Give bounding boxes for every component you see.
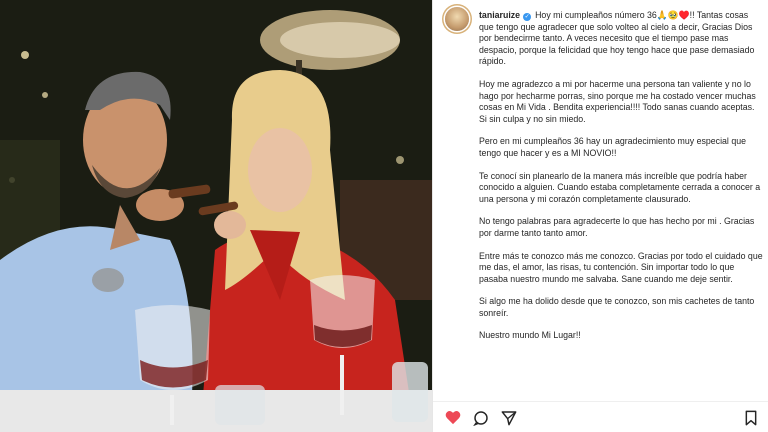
share-icon[interactable] [501,410,517,431]
verified-badge-icon: ✓ [523,13,532,21]
bookmark-icon[interactable] [744,410,758,431]
post-caption: taniaruize ✓ Hoy mi cumpleaños número 36🙏🥹… [479,10,763,398]
avatar[interactable] [445,7,469,31]
caption-paragraph: Te conocí sin planearlo de la manera más… [479,170,761,204]
username-link[interactable]: taniaruize [479,10,520,20]
caption-paragraph: Hoy me agradezco a mi por hacerme una pe… [479,78,756,124]
caption-paragraph: Pero en mi cumpleaños 36 hay un agradeci… [479,136,746,158]
post-photo[interactable] [0,0,432,432]
post-details-panel: taniaruize ✓ Hoy mi cumpleaños número 36🙏🥹… [432,0,768,432]
post-actions-bar [433,401,768,432]
comment-icon[interactable] [473,410,489,431]
caption-paragraph: Entre más te conozco más me conozco. Gra… [479,250,763,284]
caption-first-paragraph: taniaruize ✓ Hoy mi cumpleaños número 36🙏🥹… [479,10,763,68]
caption-paragraph: Si algo me ha dolido desde que te conozc… [479,296,755,318]
heart-icon[interactable] [445,410,461,430]
caption-paragraph: No tengo palabras para agradecerte lo qu… [479,216,755,238]
caption-paragraph: Nuestro mundo Mi Lugar!! [479,330,581,341]
caption-text-0: Hoy mi cumpleaños número 36🙏🥹♥️!! Tantas… [479,10,755,67]
photo-illustration [0,0,432,432]
